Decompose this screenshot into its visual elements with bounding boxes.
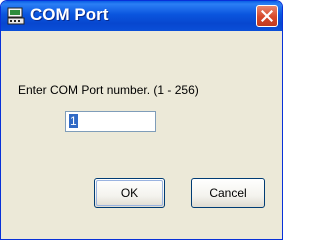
close-icon (261, 10, 273, 22)
window-title: COM Port (30, 5, 109, 24)
close-button[interactable] (256, 5, 278, 27)
port-input-value: 1 (69, 114, 78, 128)
com-port-input[interactable]: 1 (65, 111, 156, 132)
cancel-button[interactable]: Cancel (191, 178, 265, 208)
com-port-dialog: COM Port Enter COM Port number. (1 - 256… (0, 0, 283, 240)
serial-port-icon (7, 7, 25, 25)
port-prompt-label: Enter COM Port number. (1 - 256) (18, 83, 199, 97)
title-bar[interactable]: COM Port (1, 1, 282, 31)
ok-button[interactable]: OK (94, 178, 165, 208)
